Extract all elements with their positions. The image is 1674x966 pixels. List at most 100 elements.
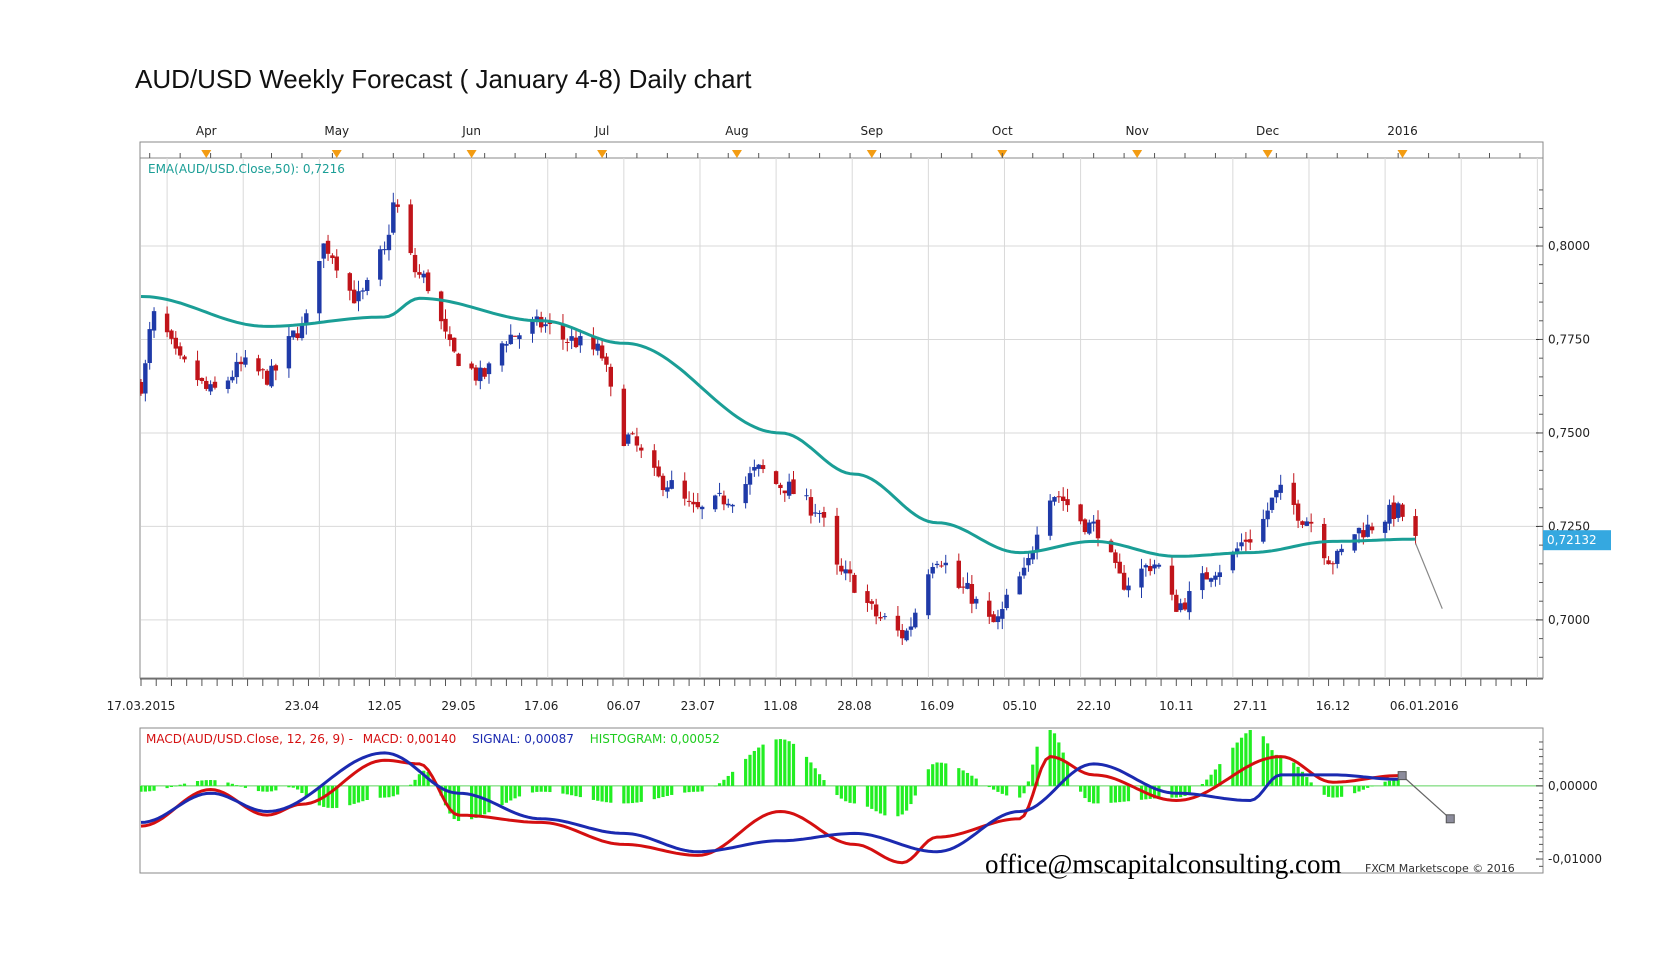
histogram-bar (230, 783, 234, 786)
date-label: 12.05 (367, 699, 401, 713)
candle-body (669, 480, 674, 489)
candle-body (808, 497, 814, 516)
candle-body (578, 336, 583, 346)
date-label: 22.10 (1076, 699, 1110, 713)
histogram-bar (1322, 785, 1326, 795)
candle-body (378, 249, 383, 280)
histogram-bar (396, 785, 400, 795)
candle-body (1269, 497, 1275, 510)
histogram-bar (974, 778, 978, 786)
candle-body (140, 381, 144, 394)
date-label: 05.10 (1003, 699, 1037, 713)
candle-body (452, 337, 457, 352)
candle-body (995, 616, 1001, 623)
date-label: 17.03.2015 (107, 699, 176, 713)
candle-body (652, 450, 657, 468)
candle-body (499, 343, 505, 366)
candle-body (721, 495, 727, 505)
histogram-bar (543, 785, 548, 792)
candle-body (1230, 552, 1236, 571)
candle-body (256, 358, 261, 372)
candle-body (747, 473, 753, 485)
candle-body (852, 574, 857, 593)
histogram-bar (622, 785, 626, 804)
histogram-bar (1031, 764, 1035, 786)
histogram-bar (835, 785, 839, 796)
histogram-bar (1326, 785, 1331, 797)
histogram-bar (783, 739, 787, 786)
candle-body (569, 336, 574, 341)
histogram-bar (530, 785, 535, 793)
histogram-bar (182, 783, 187, 786)
price-tag-label: 0,72132 (1547, 533, 1597, 547)
candle-body (630, 433, 635, 435)
histogram-bar (269, 785, 274, 792)
price-axis-label: 0,7500 (1548, 426, 1590, 440)
date-label: 16.12 (1316, 699, 1350, 713)
candle-body (147, 329, 152, 363)
candle-body (225, 380, 231, 389)
candle-body (656, 466, 661, 477)
histogram-bar (1079, 785, 1083, 792)
candle-body (691, 501, 696, 505)
candle-body (1139, 568, 1144, 588)
histogram-bar (509, 785, 513, 801)
price-axis-label: 0,7000 (1548, 613, 1590, 627)
candle-body (1143, 565, 1149, 568)
histogram-bar (1331, 785, 1335, 798)
month-label: Apr (196, 124, 217, 138)
histogram-bar (700, 785, 704, 792)
histogram-bar (378, 785, 382, 798)
watermark: office@mscapitalconsulting.com (985, 849, 1342, 879)
histogram-bar (1309, 782, 1313, 786)
candle-body (1052, 497, 1057, 502)
candle-body (1391, 502, 1396, 520)
histogram-bar (905, 785, 909, 811)
candle-body (199, 377, 205, 381)
histogram-bar (1000, 785, 1004, 794)
histogram-bar (261, 785, 265, 792)
histogram-bar (1057, 742, 1061, 786)
histogram-bar (1083, 785, 1087, 799)
candle-body (517, 335, 522, 340)
candle-body (773, 471, 779, 484)
candle-body (878, 617, 883, 619)
price-panel[interactable] (139, 157, 1544, 679)
histogram-bar (774, 739, 778, 786)
candle-body (334, 256, 339, 271)
histogram-bar (687, 785, 691, 793)
histogram-bar (1005, 785, 1009, 796)
candle-body (391, 202, 396, 233)
candle-body (1182, 602, 1188, 610)
histogram-bar (200, 780, 204, 786)
candle-body (778, 484, 783, 489)
histogram-bar (670, 785, 674, 795)
histogram-bar (609, 785, 613, 803)
histogram-bar (174, 785, 178, 787)
candle-body (443, 318, 448, 332)
date-label: 29.05 (441, 699, 475, 713)
histogram-bar (1126, 785, 1131, 802)
candle-body (608, 366, 613, 387)
candle-body (530, 321, 535, 334)
histogram-bar (365, 785, 369, 800)
histogram-bar (326, 785, 330, 808)
histogram-bar (417, 774, 421, 786)
histogram-bar (1305, 777, 1309, 786)
candle-body (782, 490, 787, 494)
candle-body (934, 563, 940, 566)
histogram-bar (713, 785, 717, 787)
date-label: 10.11 (1159, 699, 1193, 713)
histogram-bar (935, 762, 939, 786)
histogram-bar (1266, 743, 1270, 786)
histogram-bar (517, 785, 522, 797)
candle-body (1095, 519, 1101, 539)
candle-body (991, 614, 996, 623)
histogram-bar (1209, 774, 1213, 786)
candle-body (730, 504, 735, 507)
candle-body (1034, 534, 1040, 551)
histogram-bar (148, 785, 152, 792)
candle-body (177, 346, 183, 356)
histogram-bar (1235, 742, 1239, 786)
candle-body (286, 336, 292, 369)
